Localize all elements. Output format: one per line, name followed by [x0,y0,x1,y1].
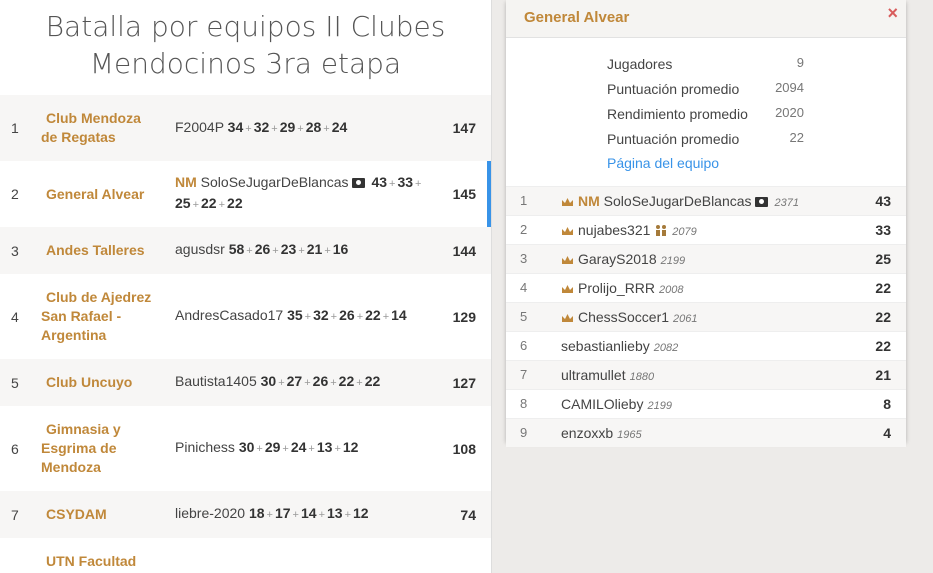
team-standings-table: 1 Club Mendoza de Regatas F2004P 34 +32 +2… [0,95,491,573]
team-name[interactable]: Club de Ajedrez San Rafael - Argentina [41,288,161,345]
people-icon [654,223,668,239]
team-rank: 6 [11,440,19,457]
player-rating: 2199 [660,255,686,267]
team-total: 147 [452,120,476,136]
team-total: 127 [452,374,476,391]
team-top-players: NM SoloSeJugarDeBlancas 43 +33 +25 +22 +22 [175,174,422,211]
team-total: 129 [452,308,476,325]
team-row[interactable]: 7 CSYDAM liebre-2020 18 +17 +14 +13 +12 74 [0,491,491,538]
pirate-flag-icon [351,178,365,188]
crown-icon [561,313,574,323]
player-row[interactable]: 7 ultramullet 1880 21 [506,360,906,389]
player-title: NM [578,193,600,209]
team-detail-panel: General Alvear × Jugadores 9 Puntuación … [506,0,906,447]
player-rating: 2061 [673,313,698,325]
player-link[interactable]: Bautista1405 [175,373,257,389]
player-row[interactable]: 1 NM SoloSeJugarDeBlancas 2371 43 [506,186,906,215]
team-total: 145 [452,186,476,202]
player-link[interactable]: SoloSeJugarDeBlancas [201,174,349,190]
team-total: 108 [452,440,476,457]
player-rating: 1965 [617,429,642,441]
team-row[interactable]: UTN Facultad [0,538,491,573]
team-row[interactable]: 4 Club de Ajedrez San Rafael - Argentina… [0,274,491,359]
stat-row: Puntuación promedio 2094 [607,80,804,97]
player-link[interactable]: agusdsr [175,241,225,257]
standings-panel: Batalla por equipos II Clubes Mendocinos… [0,0,491,573]
team-top-players: Bautista1405 30 +27 +26 +22 +22 [175,373,381,389]
divider [491,0,492,573]
team-top-players: agusdsr 58 +26 +23 +21 +16 [175,241,349,257]
player-rating: 2082 [653,342,679,354]
player-link[interactable]: nujabes321 [578,222,650,238]
team-name[interactable]: Club Uncuyo [41,373,161,392]
player-title: NM [175,174,197,190]
stat-row: Rendimiento promedio 2020 [607,105,804,122]
player-rating: 2199 [647,400,672,412]
team-name[interactable]: General Alvear [41,185,161,204]
team-row[interactable]: 3 Andes Talleres agusdsr 58 +26 +23 +21 +16 … [0,227,491,274]
team-stats: Jugadores 9 Puntuación promedio 2094 Ren… [506,52,906,152]
team-rank: 7 [11,506,19,523]
panel-header: General Alvear × [506,0,906,38]
team-top-players: F2004P 34 +32 +29 +28 +24 [175,118,348,135]
player-rating: 1880 [629,371,655,383]
team-name[interactable]: Club Mendoza de Regatas [41,109,161,147]
team-rank: 5 [11,374,19,391]
player-row[interactable]: 4 Prolijo_RRR 2008 22 [506,273,906,302]
player-row[interactable]: 6 sebastianlieby 2082 22 [506,331,906,360]
player-row[interactable]: 3 GarayS2018 2199 25 [506,244,906,273]
player-link[interactable]: CAMILOlieby [561,396,643,412]
player-link[interactable]: ChessSoccer1 [578,309,669,325]
player-link[interactable]: AndresCasado17 [175,307,283,323]
team-rank: 3 [11,242,19,259]
player-link[interactable]: SoloSeJugarDeBlancas [604,193,752,209]
team-row[interactable]: 2 General Alvear NM SoloSeJugarDeBlancas… [0,161,491,227]
team-name[interactable]: Andes Talleres [41,241,161,260]
team-row[interactable]: 6 Gimnasia y Esgrima de Mendoza Piniches… [0,406,491,491]
team-name[interactable]: CSYDAM [41,505,161,524]
player-rating: 2079 [672,226,697,238]
crown-icon [561,284,574,294]
team-row[interactable]: 5 Club Uncuyo Bautista1405 30 +27 +26 +22 +2… [0,359,491,406]
team-name[interactable]: UTN Facultad [41,552,161,571]
player-rating: 2008 [659,284,684,296]
player-link[interactable]: GarayS2018 [578,251,657,267]
team-page-link[interactable]: Página del equipo [607,155,719,171]
team-top-players: liebre-2020 18 +17 +14 +13 +12 [175,505,369,521]
team-top-players: AndresCasado17 35 +32 +26 +22 +14 [175,307,407,323]
stat-row: Puntuación promedio 22 [607,130,804,147]
team-row[interactable]: 1 Club Mendoza de Regatas F2004P 34 +32 +2… [0,95,491,161]
crown-icon [561,226,574,236]
team-name[interactable]: Gimnasia y Esgrima de Mendoza [41,420,161,477]
crown-icon [561,197,574,207]
team-top-players: Pinichess 30 +29 +24 +13 +12 [175,439,359,455]
player-link[interactable]: enzoxxb [561,425,613,441]
pirate-flag-icon [754,197,768,207]
team-rank: 1 [11,120,19,136]
player-rating: 2371 [774,197,800,209]
team-players-list: 1 NM SoloSeJugarDeBlancas 2371 43 2 nujab… [506,186,906,447]
page-title: Batalla por equipos II Clubes Mendocinos… [45,10,446,80]
player-row[interactable]: 5 ChessSoccer1 2061 22 [506,302,906,331]
player-link[interactable]: Prolijo_RRR [578,280,655,296]
player-row[interactable]: 2 nujabes321 2079 33 [506,215,906,244]
player-link[interactable]: liebre-2020 [175,505,245,521]
crown-icon [561,255,574,265]
player-link[interactable]: F2004P [175,119,224,135]
player-link[interactable]: sebastianlieby [561,338,650,354]
team-total: 144 [452,242,476,259]
close-icon[interactable]: × [887,3,898,24]
player-link[interactable]: Pinichess [175,439,235,455]
team-rank: 2 [11,186,19,202]
player-row[interactable]: 8 CAMILOlieby 2199 8 [506,389,906,418]
team-rank: 4 [11,308,19,325]
team-total: 74 [460,506,476,523]
player-row[interactable]: 9 enzoxxb 1965 4 [506,418,906,447]
panel-team-name: General Alvear [524,9,630,26]
player-link[interactable]: ultramullet [561,367,626,383]
stat-row: Jugadores 9 [607,55,804,72]
